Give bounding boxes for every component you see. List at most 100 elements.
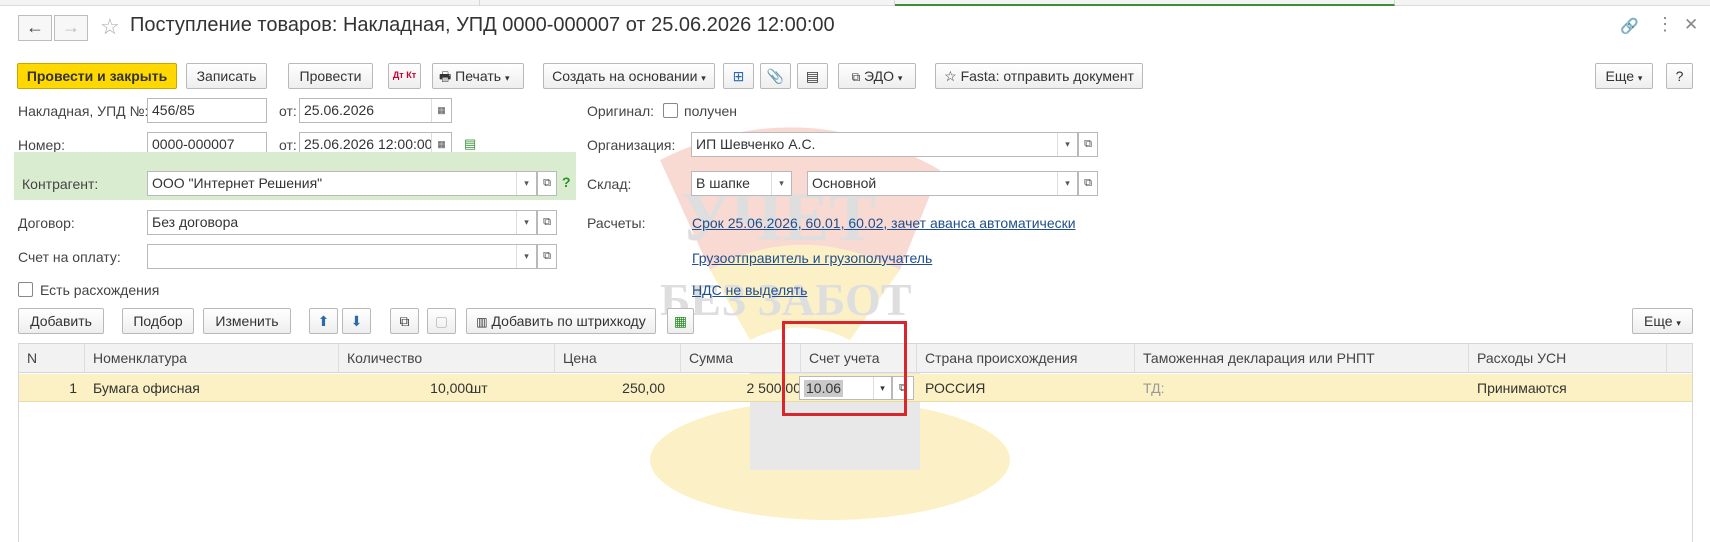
row-price[interactable]: 250,00 xyxy=(555,374,665,402)
calendar-icon[interactable]: ▦ xyxy=(431,99,451,122)
attach-button[interactable]: 📎 xyxy=(760,63,791,89)
header-n[interactable]: N xyxy=(19,344,85,373)
structure-button[interactable]: ⊞ xyxy=(723,63,754,89)
header-customs[interactable]: Таможенная декларация или РНПТ xyxy=(1135,344,1469,373)
pick-button[interactable]: Подбор xyxy=(122,308,194,334)
organization-value: ИП Шевченко А.С. xyxy=(696,136,816,152)
chevron-down-icon[interactable]: ▾ xyxy=(1057,133,1077,156)
copy-icon: ⧉ xyxy=(399,313,410,329)
invoice-number-field[interactable]: 456/85 xyxy=(147,98,267,123)
edo-button[interactable]: ⧉ ЭДО ▾ xyxy=(838,63,916,89)
warehouse-mode-field[interactable]: В шапке ▾ xyxy=(691,171,792,196)
paste-row-button[interactable]: ▢ xyxy=(427,308,456,334)
original-received-label: получен xyxy=(684,103,738,119)
invoice-pay-label: Счет на оплату: xyxy=(18,249,121,265)
edo-icon: ⧉ xyxy=(851,70,861,84)
row-qty[interactable]: 10,000 xyxy=(339,374,473,402)
row-unit[interactable]: шт xyxy=(470,374,530,402)
invoice-pay-field[interactable]: ▾ xyxy=(147,244,537,269)
move-up-button[interactable]: ⬆ xyxy=(309,308,338,334)
header-usn[interactable]: Расходы УСН xyxy=(1469,344,1667,373)
warehouse-open-button[interactable]: ⧉ xyxy=(1078,171,1098,196)
number-edit-icon[interactable]: ▤ xyxy=(464,136,476,152)
move-down-button[interactable]: ⬇ xyxy=(342,308,371,334)
discrepancy-checkbox[interactable] xyxy=(18,282,33,297)
scanner-button[interactable]: ▦ xyxy=(667,308,694,334)
settlements-label: Расчеты: xyxy=(587,215,646,231)
contract-open-button[interactable]: ⧉ xyxy=(537,210,557,235)
settlements-link[interactable]: Срок 25.06.2026, 60.01, 60.02, зачет ава… xyxy=(692,215,1076,231)
chevron-down-icon[interactable]: ▾ xyxy=(1057,172,1077,195)
counterparty-field[interactable]: ООО "Интернет Решения" ▾ xyxy=(147,171,537,196)
highlight-box xyxy=(782,321,907,416)
post-button[interactable]: Провести xyxy=(288,63,373,89)
original-received-checkbox[interactable] xyxy=(663,103,678,118)
row-customs[interactable]: ТД: xyxy=(1143,374,1243,402)
warehouse-value: Основной xyxy=(812,175,877,191)
row-usn[interactable]: Принимаются xyxy=(1477,374,1657,402)
header-price[interactable]: Цена xyxy=(555,344,681,373)
paperclip-icon: 📎 xyxy=(766,68,785,84)
window-tab[interactable] xyxy=(480,0,895,6)
document-button[interactable]: ▤ xyxy=(797,63,828,89)
chevron-down-icon[interactable]: ▾ xyxy=(516,172,536,195)
page-title: Поступление товаров: Накладная, УПД 0000… xyxy=(130,14,835,36)
scanner-icon: ▦ xyxy=(673,313,688,329)
more-button[interactable]: Еще ▾ xyxy=(1595,63,1653,89)
add-by-barcode-button[interactable]: ▥ Добавить по штрихкоду xyxy=(466,308,656,334)
shipper-consignee-link[interactable]: Грузоотправитель и грузополучатель xyxy=(692,250,932,266)
favorite-star-icon[interactable]: ☆ xyxy=(100,14,120,40)
change-button[interactable]: Изменить xyxy=(203,308,291,334)
print-button[interactable]: 🖶 Печать ▾ xyxy=(432,63,524,89)
copy-row-button[interactable]: ⧉ xyxy=(390,308,419,334)
window-tab[interactable] xyxy=(0,0,480,6)
structure-icon: ⊞ xyxy=(732,68,745,84)
contract-value: Без договора xyxy=(152,214,239,230)
help-button[interactable]: ? xyxy=(1666,63,1693,89)
close-icon[interactable]: ✕ xyxy=(1684,15,1698,35)
row-n: 1 xyxy=(69,380,77,396)
row-item[interactable]: Бумага офисная xyxy=(93,374,313,402)
post-and-close-button[interactable]: Провести и закрыть xyxy=(17,63,177,89)
chevron-down-icon: ▾ xyxy=(1637,73,1643,83)
chevron-down-icon: ▾ xyxy=(504,73,510,83)
organization-field[interactable]: ИП Шевченко А.С. ▾ xyxy=(691,132,1078,157)
chevron-down-icon[interactable]: ▾ xyxy=(771,172,791,195)
organization-label: Организация: xyxy=(587,137,676,153)
create-based-on-button[interactable]: Создать на основании ▾ xyxy=(543,63,715,89)
contract-field[interactable]: Без договора ▾ xyxy=(147,210,537,235)
header-item[interactable]: Номенклатура xyxy=(85,344,339,373)
fasta-label: Fasta: отправить документ xyxy=(960,68,1134,84)
link-icon[interactable]: 🔗 xyxy=(1620,17,1639,35)
vat-link[interactable]: НДС не выделять xyxy=(692,282,807,298)
table-more-button[interactable]: Еще ▾ xyxy=(1632,308,1693,334)
header-country[interactable]: Страна происхождения xyxy=(917,344,1135,373)
add-row-button[interactable]: Добавить xyxy=(18,308,104,334)
organization-open-button[interactable]: ⧉ xyxy=(1078,132,1098,157)
invoice-from-label: от: xyxy=(279,103,297,119)
table-more-label: Еще xyxy=(1644,313,1673,329)
invoice-pay-open-button[interactable]: ⧉ xyxy=(537,244,557,269)
more-actions-icon[interactable]: ⋮ xyxy=(1656,14,1674,35)
header-qty[interactable]: Количество xyxy=(339,344,555,373)
invoice-date-field[interactable]: 25.06.2026 ▦ xyxy=(299,98,452,123)
counterparty-open-button[interactable]: ⧉ xyxy=(537,171,557,196)
number-from-label: от: xyxy=(279,137,297,153)
printer-icon: 🖶 xyxy=(439,69,452,84)
warehouse-field[interactable]: Основной ▾ xyxy=(807,171,1078,196)
chevron-down-icon[interactable]: ▾ xyxy=(516,211,536,234)
help-question-icon[interactable]: ? xyxy=(562,174,571,190)
chevron-down-icon[interactable]: ▾ xyxy=(516,245,536,268)
create-based-label: Создать на основании xyxy=(552,68,698,84)
row-country[interactable]: РОССИЯ xyxy=(925,374,1125,402)
dt-kt-button[interactable]: Дт Кт xyxy=(388,63,421,89)
paste-icon: ▢ xyxy=(434,313,449,329)
back-button[interactable]: ← xyxy=(18,15,52,41)
original-label: Оригинал: xyxy=(587,103,654,119)
more-label: Еще xyxy=(1605,68,1635,84)
fasta-send-button[interactable]: ☆ Fasta: отправить документ xyxy=(935,63,1143,89)
save-button[interactable]: Записать xyxy=(186,63,267,89)
window-tab-active[interactable] xyxy=(895,0,1395,6)
warehouse-mode-value: В шапке xyxy=(696,175,750,191)
forward-button[interactable]: → xyxy=(54,15,88,41)
